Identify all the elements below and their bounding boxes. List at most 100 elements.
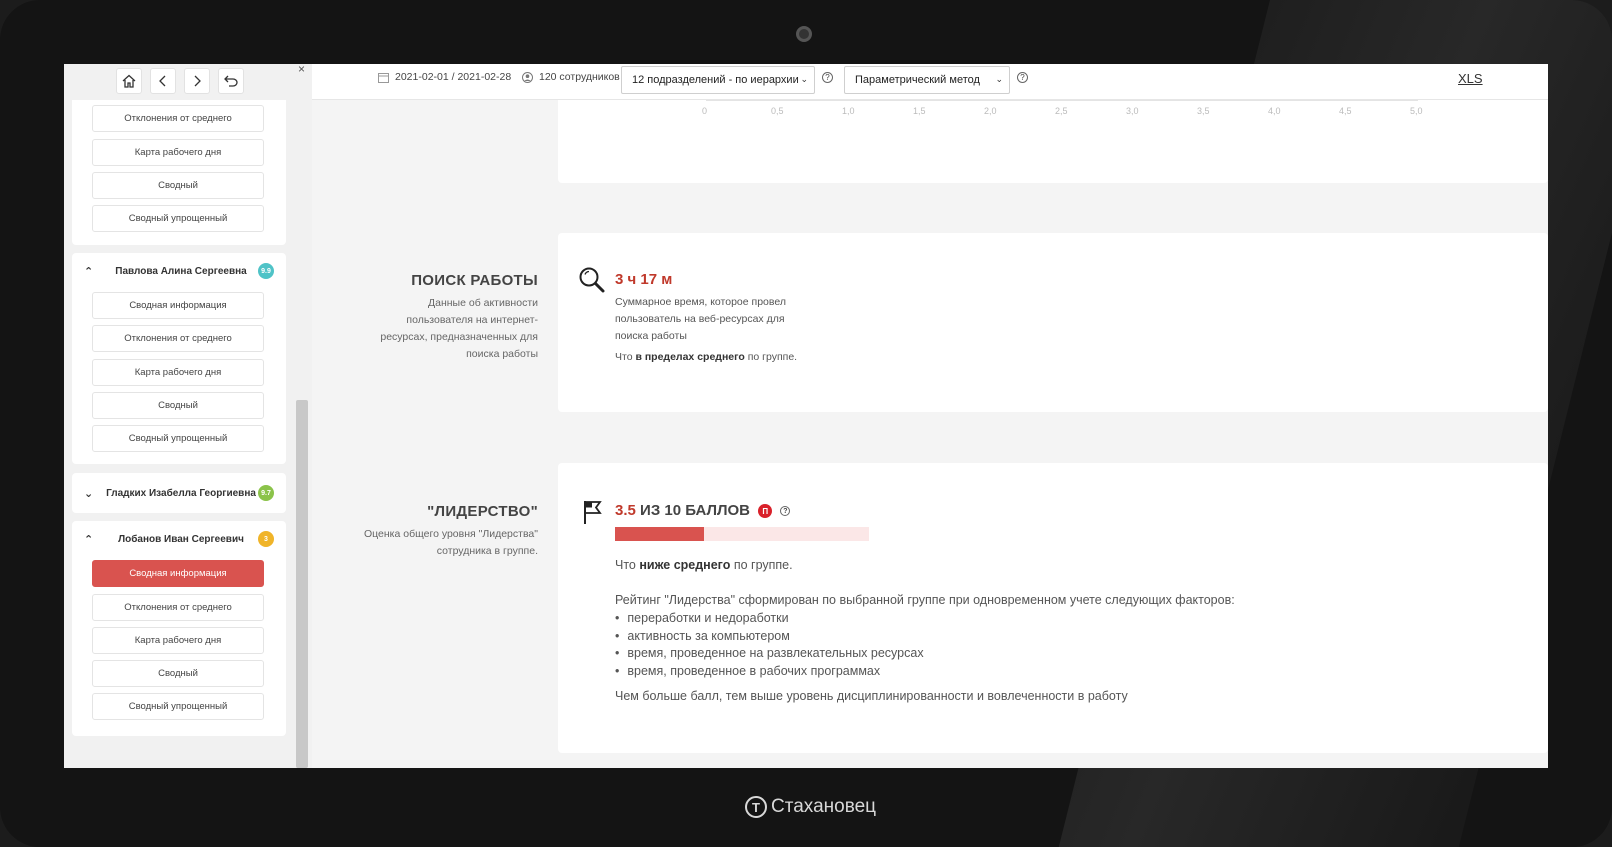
sidebar-toolbar xyxy=(64,64,312,100)
filter-toolbar: 2021-02-01 / 2021-02-28 120 сотрудников … xyxy=(312,64,1548,100)
job-search-comparison: Что в пределах среднего по группе. xyxy=(615,351,797,363)
axis-tick: 1,0 xyxy=(842,106,855,116)
axis-tick: 0 xyxy=(702,106,708,116)
axis-tick: 2,5 xyxy=(1055,106,1068,116)
leadership-panel: 3.5 ИЗ 10 БАЛЛОВ П ? Что ниже среднего п… xyxy=(558,463,1548,753)
brand-mark-icon: Т xyxy=(745,796,767,818)
leadership-comparison: Что ниже среднего по группе. xyxy=(615,558,793,572)
employee-card-header[interactable]: ⌃ Павлова Алина Сергеевна 9.9 xyxy=(72,253,286,289)
leadership-description: Оценка общего уровня "Лидерства" сотрудн… xyxy=(363,528,538,557)
axis-tick: 3,5 xyxy=(1197,106,1210,116)
leadership-status-badge: П xyxy=(758,504,773,519)
score-badge: 9.7 xyxy=(258,485,274,501)
leadership-progress-fill xyxy=(615,527,704,541)
leadership-score-suffix: ИЗ 10 БАЛЛОВ xyxy=(640,502,751,519)
employee-card-header[interactable]: ⌃ Лобанов Иван Сергеевич 3 xyxy=(72,521,286,557)
job-search-title: ПОИСК РАБОТЫ xyxy=(411,272,538,289)
comparison-suffix: по группе. xyxy=(730,558,793,572)
brand-name: Стахановец xyxy=(771,796,877,817)
sidebar: × Отклонения от среднего Карта рабочего … xyxy=(64,64,312,768)
chevron-down-icon: ⌄ xyxy=(995,74,1003,84)
device-bezel: Т Стахановец × Отклонения от среднего Ка… xyxy=(0,0,1612,847)
flag-icon xyxy=(584,501,602,524)
job-search-description: Данные об активности пользователя на инт… xyxy=(380,297,538,360)
employee-card: Отклонения от среднего Карта рабочего дн… xyxy=(72,88,286,245)
menu-item-summary-simple[interactable]: Сводный упрощенный xyxy=(92,205,264,232)
employee-card-lobanov: ⌃ Лобанов Иван Сергеевич 3 Сводная инфор… xyxy=(72,521,286,736)
chevron-up-icon: ⌃ xyxy=(84,533,94,546)
leadership-score: 3.5 xyxy=(615,502,636,519)
chevron-right-icon xyxy=(194,75,201,87)
chart-axis-line xyxy=(706,100,1418,101)
leadership-intro: Рейтинг "Лидерства" сформирован по выбра… xyxy=(615,593,1235,607)
comparison-bold: ниже среднего xyxy=(639,558,731,572)
job-search-section-header: ПОИСК РАБОТЫ Данные об активности пользо… xyxy=(312,269,538,379)
axis-tick: 0,5 xyxy=(771,106,784,116)
leadership-progress-track xyxy=(615,527,869,541)
home-icon xyxy=(122,74,136,88)
list-item: активность за компьютером xyxy=(615,628,924,646)
method-select[interactable]: Параметрический метод ⌄ xyxy=(844,66,1010,94)
list-item: время, проведенное в рабочих программах xyxy=(615,663,924,681)
menu-item-deviations[interactable]: Отклонения от среднего xyxy=(92,325,264,352)
undo-icon xyxy=(224,75,238,87)
help-icon[interactable]: ? xyxy=(1017,72,1028,83)
list-item: время, проведенное на развлекательных ре… xyxy=(615,645,923,663)
axis-tick: 1,5 xyxy=(913,106,926,116)
axis-tick: 5,0 xyxy=(1410,106,1423,116)
division-select[interactable]: 12 подразделений - по иерархии ⌄ xyxy=(621,66,815,94)
help-icon[interactable]: ? xyxy=(822,72,833,83)
score-badge: 3 xyxy=(258,531,274,547)
leadership-factors-list: переработки и недоработки активность за … xyxy=(615,610,924,681)
chevron-down-icon: ⌄ xyxy=(800,74,808,84)
employees-count: 120 сотрудников xyxy=(539,71,620,83)
menu-item-day-map[interactable]: Карта рабочего дня xyxy=(92,139,264,166)
menu-item-summary[interactable]: Сводный xyxy=(92,392,264,419)
axis-tick: 2,0 xyxy=(984,106,997,116)
leadership-score-line: 3.5 ИЗ 10 БАЛЛОВ П ? xyxy=(615,502,791,519)
comparison-prefix: Что xyxy=(615,351,636,363)
axis-tick: 3,0 xyxy=(1126,106,1139,116)
comparison-suffix: по группе. xyxy=(744,351,798,363)
job-search-value: 3 ч 17 м xyxy=(615,271,673,288)
list-item: переработки и недоработки xyxy=(615,610,924,628)
close-icon[interactable]: × xyxy=(298,64,305,76)
employee-card-pavlova: ⌃ Павлова Алина Сергеевна 9.9 Сводная ин… xyxy=(72,253,286,464)
chevron-down-icon: ⌄ xyxy=(84,487,94,500)
forward-button[interactable] xyxy=(184,68,210,94)
back-button[interactable] xyxy=(150,68,176,94)
employee-card-header[interactable]: ⌄ Гладких Изабелла Георгиевна 9.7 xyxy=(72,473,286,513)
leadership-footer: Чем больше балл, тем выше уровень дисцип… xyxy=(615,689,1128,703)
axis-tick: 4,0 xyxy=(1268,106,1281,116)
division-select-value: 12 подразделений - по иерархии xyxy=(632,74,799,86)
menu-item-summary-info[interactable]: Сводная информация xyxy=(92,560,264,587)
menu-item-day-map[interactable]: Карта рабочего дня xyxy=(92,627,264,654)
comparison-bold: в пределах среднего xyxy=(635,351,745,363)
magnifier-icon xyxy=(579,267,605,293)
score-badge: 9.9 xyxy=(258,263,274,279)
employee-card-gladkikh: ⌄ Гладких Изабелла Георгиевна 9.7 xyxy=(72,473,286,513)
chevron-left-icon xyxy=(159,75,166,87)
menu-item-summary-simple[interactable]: Сводный упрощенный xyxy=(92,425,264,452)
menu-item-summary-simple[interactable]: Сводный упрощенный xyxy=(92,693,264,720)
menu-item-summary[interactable]: Сводный xyxy=(92,660,264,687)
home-button[interactable] xyxy=(116,68,142,94)
xls-export-link[interactable]: XLS xyxy=(1458,71,1483,86)
menu-item-summary-info[interactable]: Сводная информация xyxy=(92,292,264,319)
employees-filter[interactable]: 120 сотрудников xyxy=(522,71,620,83)
method-select-value: Параметрический метод xyxy=(855,74,980,86)
menu-item-deviations[interactable]: Отклонения от среднего xyxy=(92,594,264,621)
help-icon[interactable]: ? xyxy=(780,506,791,517)
leadership-section-header: "ЛИДЕРСТВО" Оценка общего уровня "Лидерс… xyxy=(312,500,538,580)
axis-tick: 4,5 xyxy=(1339,106,1352,116)
period-value: 2021-02-01 / 2021-02-28 xyxy=(395,71,512,83)
calendar-icon xyxy=(378,72,389,83)
undo-button[interactable] xyxy=(218,68,244,94)
menu-item-summary[interactable]: Сводный xyxy=(92,172,264,199)
menu-item-deviations[interactable]: Отклонения от среднего xyxy=(92,105,264,132)
sidebar-scrollbar[interactable] xyxy=(296,400,308,768)
period-filter[interactable]: 2021-02-01 / 2021-02-28 xyxy=(378,71,511,83)
comparison-prefix: Что xyxy=(615,558,640,572)
camera-icon xyxy=(796,26,812,42)
menu-item-day-map[interactable]: Карта рабочего дня xyxy=(92,359,264,386)
